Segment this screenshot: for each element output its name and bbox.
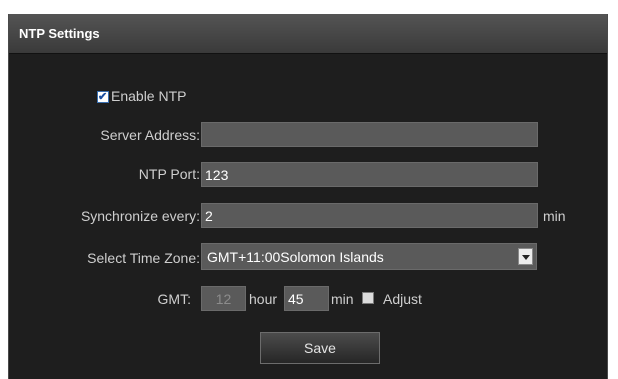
synchronize-input[interactable] [201,203,538,228]
enable-ntp-label: Enable NTP [111,88,187,104]
gmt-hour-input[interactable] [201,286,246,311]
chevron-down-icon[interactable] [518,248,533,265]
adjust-checkbox[interactable] [362,292,374,304]
gmt-min-input[interactable] [284,286,329,311]
timezone-label: Select Time Zone: [87,250,200,266]
ntp-port-input[interactable] [201,162,538,187]
panel-header: NTP Settings [9,14,607,54]
save-button[interactable]: Save [260,332,380,364]
gmt-label: GMT: [157,291,191,307]
server-address-input[interactable] [201,122,538,147]
check-mark-icon: ✔ [98,91,108,103]
synchronize-label: Synchronize every: [80,208,200,224]
adjust-label: Adjust [383,291,422,307]
synchronize-unit: min [543,208,566,224]
timezone-select[interactable]: GMT+11:00Solomon Islands [201,243,537,270]
ntp-settings-panel: NTP Settings [8,14,608,379]
ntp-port-label: NTP Port: [138,166,200,182]
gmt-min-unit: min [331,291,354,307]
panel-title: NTP Settings [19,26,100,41]
timezone-value: GMT+11:00Solomon Islands [207,249,384,265]
gmt-hour-unit: hour [249,291,278,307]
server-address-label: Server Address: [100,127,200,143]
enable-ntp-checkbox[interactable]: ✔ [97,91,109,103]
